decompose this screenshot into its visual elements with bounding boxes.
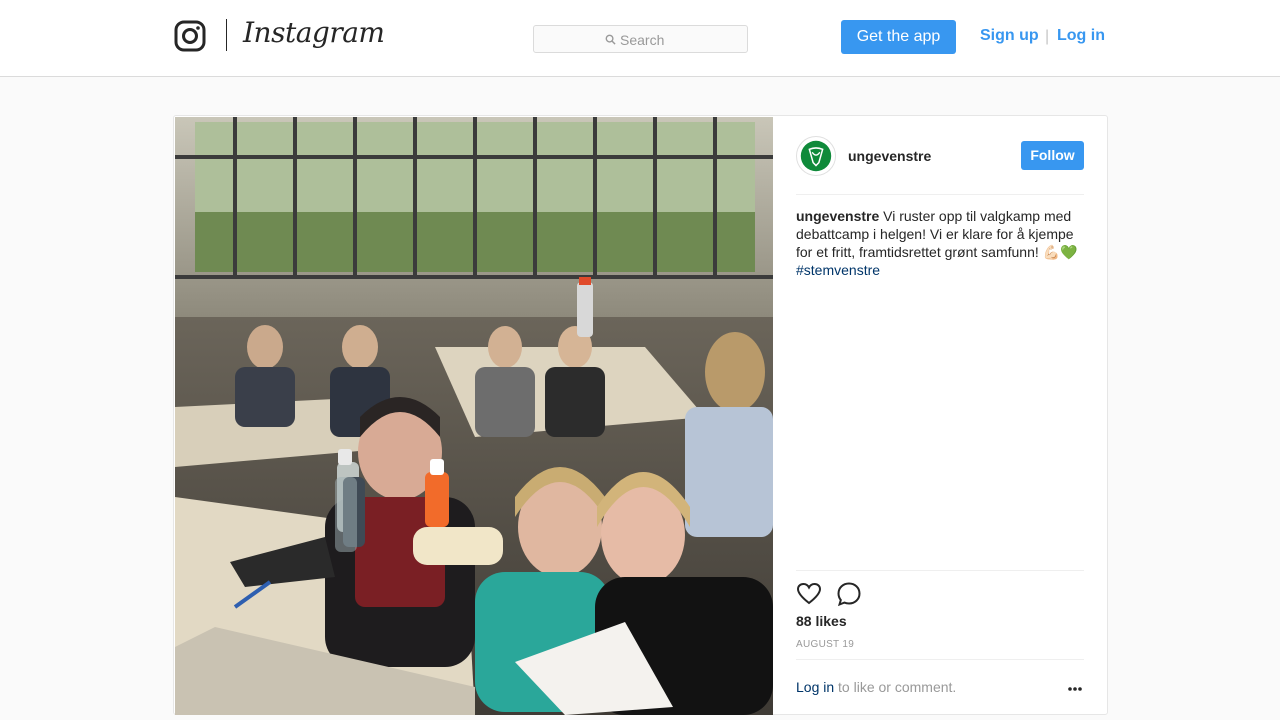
comment-icon[interactable] xyxy=(836,581,862,607)
divider xyxy=(796,570,1084,571)
login-prompt-text: to like or comment. xyxy=(834,679,957,695)
log-in-link[interactable]: Log in xyxy=(1057,27,1105,45)
top-nav: Instagram Get the app Sign up | Log in xyxy=(0,0,1280,77)
follow-button[interactable]: Follow xyxy=(1021,141,1084,170)
search-box[interactable] xyxy=(533,25,748,53)
caption-hashtag[interactable]: #stemvenstre xyxy=(796,262,880,278)
sign-up-link[interactable]: Sign up xyxy=(980,27,1039,45)
caption-username[interactable]: ungevenstre xyxy=(796,208,879,224)
instagram-glyph-icon[interactable] xyxy=(174,20,206,52)
likes-count[interactable]: 88 likes xyxy=(796,613,847,629)
more-icon[interactable] xyxy=(1067,685,1083,693)
heart-icon[interactable] xyxy=(796,581,822,607)
post-photo-illustration xyxy=(175,117,773,715)
search-input[interactable] xyxy=(620,31,740,49)
search-icon xyxy=(605,34,616,45)
post-username[interactable]: ungevenstre xyxy=(848,148,931,164)
avatar[interactable] xyxy=(796,136,836,176)
login-prompt: Log in to like or comment. xyxy=(796,679,956,695)
post-card: ungevenstre Follow ungevenstre Vi ruster… xyxy=(173,115,1108,715)
instagram-wordmark[interactable]: Instagram xyxy=(243,16,385,49)
post-photo[interactable] xyxy=(175,117,773,715)
nav-separator: | xyxy=(1045,28,1050,45)
post-sidebar: ungevenstre Follow ungevenstre Vi ruster… xyxy=(796,116,1084,716)
get-the-app-button[interactable]: Get the app xyxy=(841,20,956,54)
login-prompt-link[interactable]: Log in xyxy=(796,679,834,695)
divider xyxy=(796,194,1084,195)
divider xyxy=(796,659,1084,660)
post-date[interactable]: AUGUST 19 xyxy=(796,639,854,650)
post-caption: ungevenstre Vi ruster opp til valgkamp m… xyxy=(796,207,1084,279)
logo-divider xyxy=(226,19,227,51)
